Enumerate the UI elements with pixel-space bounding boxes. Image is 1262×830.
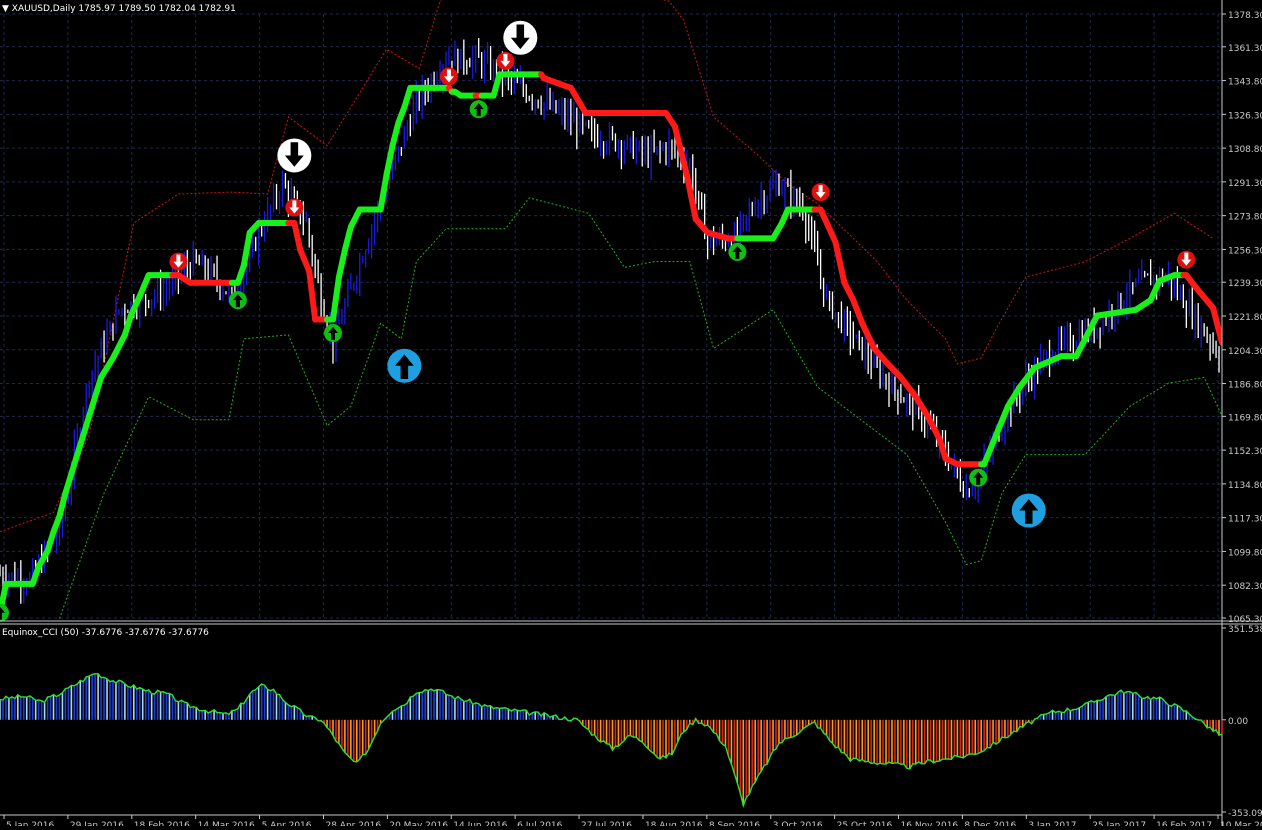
price-tick-label: 1291.30 (1228, 179, 1262, 189)
time-tick-label: 10 Mar 2017 (1220, 821, 1262, 826)
blue-up-arrow-icon (387, 348, 422, 383)
price-tick-label: 1099.80 (1228, 548, 1262, 558)
time-tick-label: 6 Jul 2016 (517, 821, 562, 826)
green-up-arrow-icon (324, 323, 343, 342)
price-axis: 1378.30 1361.30 1343.80 1326.30 1308.80 1291.… (1221, 0, 1262, 826)
white-down-arrow-icon (503, 20, 538, 55)
time-tick-label: 20 May 2016 (389, 821, 448, 826)
price-tick-label: 1117.30 (1228, 515, 1262, 525)
time-tick-label: 16 Nov 2016 (901, 821, 959, 826)
green-up-arrow-icon (728, 242, 747, 261)
price-tick-label: 1152.30 (1228, 447, 1262, 457)
price-tick-label: 1204.30 (1228, 347, 1262, 357)
price-tick-label: 1378.30 (1228, 11, 1262, 21)
time-tick-label: 18 Feb 2016 (134, 821, 190, 826)
time-tick-label: 29 Jan 2016 (70, 821, 124, 826)
time-tick-label: 25 Oct 2016 (837, 821, 893, 826)
time-tick-label: 3 Oct 2016 (773, 821, 823, 826)
cci-tick-label: -353.0925 (1228, 809, 1262, 819)
green-up-arrow-icon (469, 100, 488, 119)
blue-up-arrow-icon (1011, 493, 1046, 528)
cci-tick-label: 351.5383 (1228, 625, 1262, 635)
red-down-arrow-icon (169, 252, 188, 271)
white-down-arrow-icon (277, 138, 312, 173)
time-tick-label: 25 Jan 2017 (1092, 821, 1146, 826)
time-tick-label: 5 Jan 2016 (6, 821, 54, 826)
price-tick-label: 1256.30 (1228, 246, 1262, 256)
time-tick-label: 16 Feb 2017 (1156, 821, 1212, 826)
green-up-arrow-icon (228, 291, 247, 310)
price-tick-label: 1273.80 (1228, 213, 1262, 223)
red-down-arrow-icon (1177, 250, 1196, 269)
time-tick-label: 28 Apr 2016 (325, 821, 381, 826)
time-tick-label: 3 Jan 2017 (1028, 821, 1076, 826)
red-down-arrow-icon (811, 183, 830, 202)
price-tick-label: 1169.80 (1228, 413, 1262, 423)
time-tick-label: 14 Mar 2016 (198, 821, 255, 826)
green-up-arrow-icon (969, 468, 988, 487)
price-tick-label: 1134.80 (1228, 481, 1262, 491)
price-tick-label: 1326.30 (1228, 111, 1262, 121)
time-tick-label: 14 Jun 2016 (453, 821, 507, 826)
chart-header: ▼ XAUUSD,Daily 1785.97 1789.50 1782.04 1… (2, 4, 236, 14)
chart-svg: 1378.30 1361.30 1343.80 1326.30 1308.80 1291.… (0, 0, 1262, 830)
price-tick-label: 1239.30 (1228, 279, 1262, 289)
indicator-header: Equinox_CCI (50) -37.6776 -37.6776 -37.6… (2, 628, 209, 638)
chart-window: 1378.30 1361.30 1343.80 1326.30 1308.80 1291.… (0, 0, 1262, 830)
red-down-arrow-icon (285, 198, 304, 217)
cci-tick-label: 0.00 (1228, 717, 1248, 727)
time-tick-label: 27 Jul 2016 (581, 821, 632, 826)
time-tick-label: 8 Dec 2016 (964, 821, 1016, 826)
price-tick-label: 1186.80 (1228, 381, 1262, 391)
price-tick-label: 1361.30 (1228, 44, 1262, 54)
time-tick-label: 18 Aug 2016 (645, 821, 703, 826)
price-tick-label: 1343.80 (1228, 78, 1262, 88)
price-tick-label: 1082.30 (1228, 582, 1262, 592)
price-tick-label: 1308.80 (1228, 145, 1262, 155)
price-tick-label: 1221.80 (1228, 313, 1262, 323)
red-down-arrow-icon (439, 67, 458, 86)
red-down-arrow-icon (496, 51, 515, 70)
chart-background (0, 0, 1262, 826)
time-tick-label: 5 Apr 2016 (262, 821, 312, 826)
time-tick-label: 8 Sep 2016 (709, 821, 761, 826)
